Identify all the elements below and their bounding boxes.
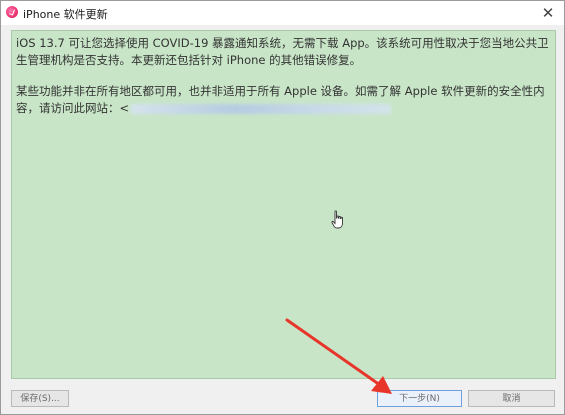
blurred-link[interactable] xyxy=(131,103,392,114)
save-button[interactable]: 保存(S)... xyxy=(11,390,69,407)
itunes-icon xyxy=(6,6,18,18)
next-button[interactable]: 下一步(N) xyxy=(377,390,462,407)
release-notes-panel[interactable]: iOS 13.7 可让您选择使用 COVID-19 暴露通知系统，无需下载 Ap… xyxy=(11,30,556,379)
release-notes-paragraph-1: iOS 13.7 可让您选择使用 COVID-19 暴露通知系统，无需下载 Ap… xyxy=(14,35,555,69)
release-notes-text-1: iOS 13.7 可让您选择使用 COVID-19 暴露通知系统，无需下载 Ap… xyxy=(16,36,549,67)
close-icon[interactable]: ✕ xyxy=(538,3,558,23)
hand-cursor-icon xyxy=(331,210,343,229)
release-notes-paragraph-2: 某些功能并非在所有地区都可用，也并非适用于所有 Apple 设备。如需了解 Ap… xyxy=(14,83,555,117)
window-title: iPhone 软件更新 xyxy=(23,8,108,21)
dialog-window: iPhone 软件更新 ✕ iOS 13.7 可让您选择使用 COVID-19 … xyxy=(0,0,565,415)
title-bar: iPhone 软件更新 ✕ xyxy=(1,1,564,25)
cancel-button[interactable]: 取消 xyxy=(468,390,555,407)
